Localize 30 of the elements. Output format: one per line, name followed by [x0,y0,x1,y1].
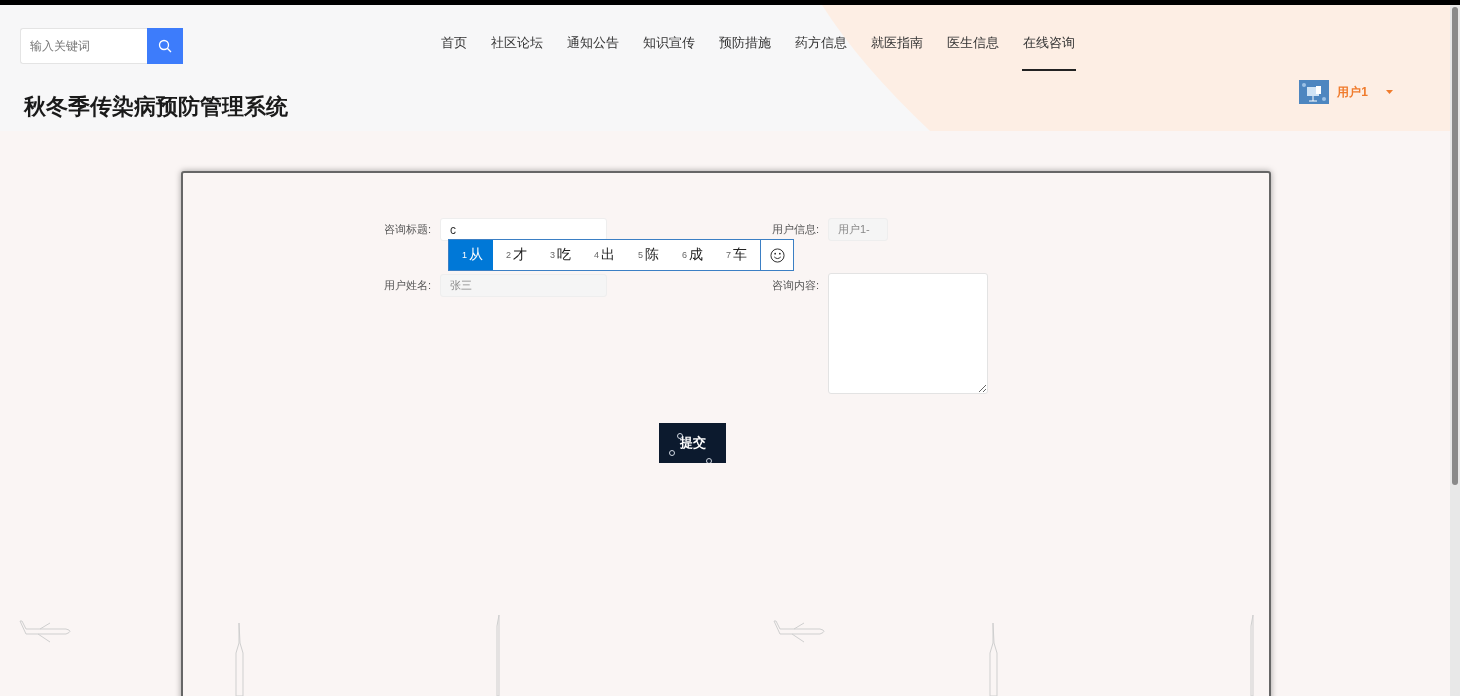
field-label: 用户姓名: [384,278,433,293]
search-field[interactable]: 输入关键词 [20,28,147,64]
ime-candidate[interactable]: 2 才 [493,240,538,270]
ime-candidate[interactable]: 1 从 [449,240,493,270]
ime-candidate[interactable]: 3 吃 [537,240,582,270]
nav-tab[interactable]: 通知公告 [566,28,620,64]
scroll-thumb[interactable] [1452,7,1458,485]
ime-candidate[interactable]: 4 出 [581,240,626,270]
nav-tab[interactable]: 首页 [440,28,468,64]
ime-candidate[interactable]: 7 车 [713,240,758,270]
nav-tab[interactable]: 就医指南 [870,28,924,64]
nav-tab[interactable]: 社区论坛 [490,28,544,64]
nav-tab[interactable]: 药方信息 [794,28,848,64]
caret-icon[interactable] [1386,90,1393,94]
scrollbar[interactable] [1450,5,1460,696]
search-icon [158,39,172,53]
field-label: 用户信息: [772,222,821,237]
nav-tab[interactable]: 在线咨询 [1022,28,1076,71]
avatar-icon[interactable] [1299,80,1330,104]
field-label: 咨询内容: [772,278,821,293]
emoji-icon[interactable] [769,247,785,263]
nav-tab[interactable]: 预防措施 [718,28,772,64]
nav-tab[interactable]: 知识宣传 [642,28,696,64]
nav-tab[interactable]: 医生信息 [946,28,1000,64]
field-label: 咨询标题: [384,222,433,237]
ime-candidate[interactable]: 5 陈 [625,240,670,270]
text-field[interactable]: c [440,218,607,241]
search-button[interactable] [147,28,183,64]
ime-candidate[interactable]: 6 成 [669,240,714,270]
submit-button[interactable]: 提交 [659,423,726,463]
